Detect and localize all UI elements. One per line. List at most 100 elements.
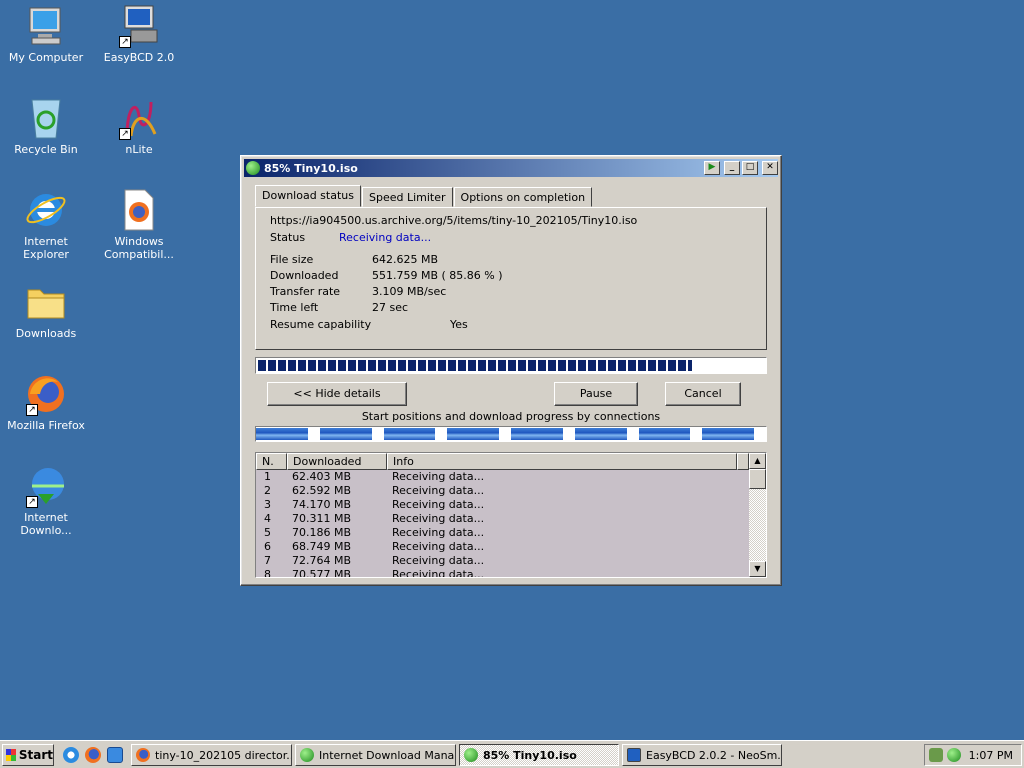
pause-button[interactable]: Pause <box>554 382 638 406</box>
tab-speed-limiter[interactable]: Speed Limiter <box>361 187 453 207</box>
status-value: Receiving data... <box>339 231 432 244</box>
desktop-icon-label: Recycle Bin <box>14 143 78 156</box>
windows-flag-icon <box>6 749 16 761</box>
taskbar-item-internet-download-manager[interactable]: Internet Download Mana... <box>295 744 456 766</box>
transfer-rate-value: 3.109 MB/sec <box>372 285 447 298</box>
table-row[interactable]: 7 72.764 MB Receiving data... <box>256 554 749 568</box>
desktop-icon-my-computer[interactable]: My Computer <box>0 4 92 64</box>
desktop-icon-label: Windows Compatibil... <box>104 235 174 261</box>
quicklaunch-firefox-icon[interactable] <box>85 747 101 763</box>
connection-segment <box>256 428 308 440</box>
connection-segment <box>511 428 563 440</box>
shortcut-arrow-icon: ↗ <box>119 36 131 48</box>
desktop-icon-nlite[interactable]: ↗ nLite <box>93 96 185 156</box>
column-header-number[interactable]: N. <box>256 453 287 470</box>
status-label: Status <box>270 231 306 244</box>
connection-segment <box>319 428 372 440</box>
minimize-button[interactable]: _ <box>724 161 740 175</box>
idm-icon <box>464 748 478 762</box>
row-info: Receiving data... <box>392 470 485 483</box>
downloaded-value: 551.759 MB ( 85.86 % ) <box>372 269 503 282</box>
taskbar-item-label: EasyBCD 2.0.2 - NeoSm... <box>646 748 782 762</box>
quicklaunch-internet-explorer-icon[interactable] <box>63 747 79 763</box>
download-status-panel: https://ia904500.us.archive.org/5/items/… <box>255 207 767 350</box>
table-row[interactable]: 6 68.749 MB Receiving data... <box>256 540 749 554</box>
desktop-icon-label: EasyBCD 2.0 <box>103 51 175 64</box>
column-header-info[interactable]: Info <box>387 453 737 470</box>
desktop-icon-windows-compatibility[interactable]: Windows Compatibil... <box>93 188 185 261</box>
row-downloaded: 62.403 MB <box>292 470 352 483</box>
row-number: 1 <box>264 470 271 483</box>
shortcut-arrow-icon: ↗ <box>26 404 38 416</box>
connection-segment <box>447 428 499 440</box>
desktop-icon-recycle-bin[interactable]: Recycle Bin <box>0 96 92 156</box>
idm-tray-icon[interactable] <box>947 748 961 762</box>
row-number: 7 <box>264 554 271 567</box>
table-row[interactable]: 4 70.311 MB Receiving data... <box>256 512 749 526</box>
desktop-icon-internet-explorer[interactable]: Internet Explorer <box>0 188 92 261</box>
scroll-down-icon[interactable]: ▼ <box>749 561 766 577</box>
connections-progress-bar <box>255 426 767 442</box>
quicklaunch-idm-icon[interactable] <box>107 747 123 763</box>
row-number: 5 <box>264 526 271 539</box>
connection-segment <box>702 428 754 440</box>
table-row[interactable]: 2 62.592 MB Receiving data... <box>256 484 749 498</box>
desktop-icon-easybcd[interactable]: ↗ EasyBCD 2.0 <box>93 4 185 64</box>
download-url: https://ia904500.us.archive.org/5/items/… <box>270 214 638 227</box>
idm-icon: ↗ <box>24 464 68 508</box>
tab-download-status[interactable]: Download status <box>255 185 361 207</box>
resume-label: Resume capability <box>270 318 372 331</box>
row-number: 2 <box>264 484 271 497</box>
table-row[interactable]: 3 74.170 MB Receiving data... <box>256 498 749 512</box>
window-title: 85% Tiny10.iso <box>264 161 358 175</box>
start-button[interactable]: Start <box>2 744 54 766</box>
desktop-icon-internet-download-manager[interactable]: ↗ Internet Downlo... <box>0 464 92 537</box>
time-left-label: Time left <box>270 301 319 314</box>
table-row[interactable]: 5 70.186 MB Receiving data... <box>256 526 749 540</box>
taskbar-item-firefox-directory[interactable]: tiny-10_202105 director... <box>131 744 292 766</box>
row-downloaded: 70.186 MB <box>292 526 352 539</box>
connections-caption: Start positions and download progress by… <box>361 410 661 423</box>
row-downloaded: 74.170 MB <box>292 498 352 511</box>
taskbar-item-easybcd[interactable]: EasyBCD 2.0.2 - NeoSm... <box>622 744 782 766</box>
row-downloaded: 72.764 MB <box>292 554 352 567</box>
desktop-icon-label: nLite <box>125 143 153 156</box>
row-number: 3 <box>264 498 271 511</box>
tab-options-on-completion[interactable]: Options on completion <box>453 187 593 207</box>
system-tray: 1:07 PM <box>924 744 1022 766</box>
internet-explorer-icon <box>24 188 68 232</box>
row-downloaded: 70.311 MB <box>292 512 352 525</box>
window-titlebar[interactable]: 85% Tiny10.iso ▶ _ □ ✕ <box>244 159 778 177</box>
play-icon[interactable]: ▶ <box>704 161 720 175</box>
hide-details-button[interactable]: << Hide details <box>267 382 407 406</box>
firefox-document-icon <box>117 188 161 232</box>
maximize-button[interactable]: □ <box>742 161 758 175</box>
table-row[interactable]: 1 62.403 MB Receiving data... <box>256 470 749 484</box>
row-number: 4 <box>264 512 271 525</box>
taskbar-item-download-progress[interactable]: 85% Tiny10.iso <box>459 744 619 766</box>
clock[interactable]: 1:07 PM <box>969 749 1013 762</box>
column-header-downloaded[interactable]: Downloaded <box>287 453 387 470</box>
column-header-filler <box>737 453 749 470</box>
downloaded-label: Downloaded <box>270 269 339 282</box>
row-info: Receiving data... <box>392 498 485 511</box>
taskbar-item-label: 85% Tiny10.iso <box>483 748 577 762</box>
list-vertical-scrollbar[interactable]: ▲ ▼ <box>749 453 766 577</box>
scroll-up-icon[interactable]: ▲ <box>749 453 766 469</box>
desktop-icon-mozilla-firefox[interactable]: ↗ Mozilla Firefox <box>0 372 92 432</box>
row-info: Receiving data... <box>392 484 485 497</box>
folder-icon <box>24 280 68 324</box>
cancel-button[interactable]: Cancel <box>665 382 741 406</box>
table-row[interactable]: 8 70.577 MB Receiving data... <box>256 568 749 578</box>
connection-segment <box>638 428 691 440</box>
scroll-thumb[interactable] <box>749 469 766 489</box>
network-icon[interactable] <box>929 748 943 762</box>
download-progress-bar <box>255 357 767 374</box>
download-progress-window: 85% Tiny10.iso ▶ _ □ ✕ Download status S… <box>240 155 782 586</box>
close-button[interactable]: ✕ <box>762 161 778 175</box>
recycle-bin-icon <box>24 96 68 140</box>
file-size-value: 642.625 MB <box>372 253 439 266</box>
desktop-icon-downloads[interactable]: Downloads <box>0 280 92 340</box>
row-downloaded: 68.749 MB <box>292 540 352 553</box>
row-downloaded: 70.577 MB <box>292 568 352 578</box>
